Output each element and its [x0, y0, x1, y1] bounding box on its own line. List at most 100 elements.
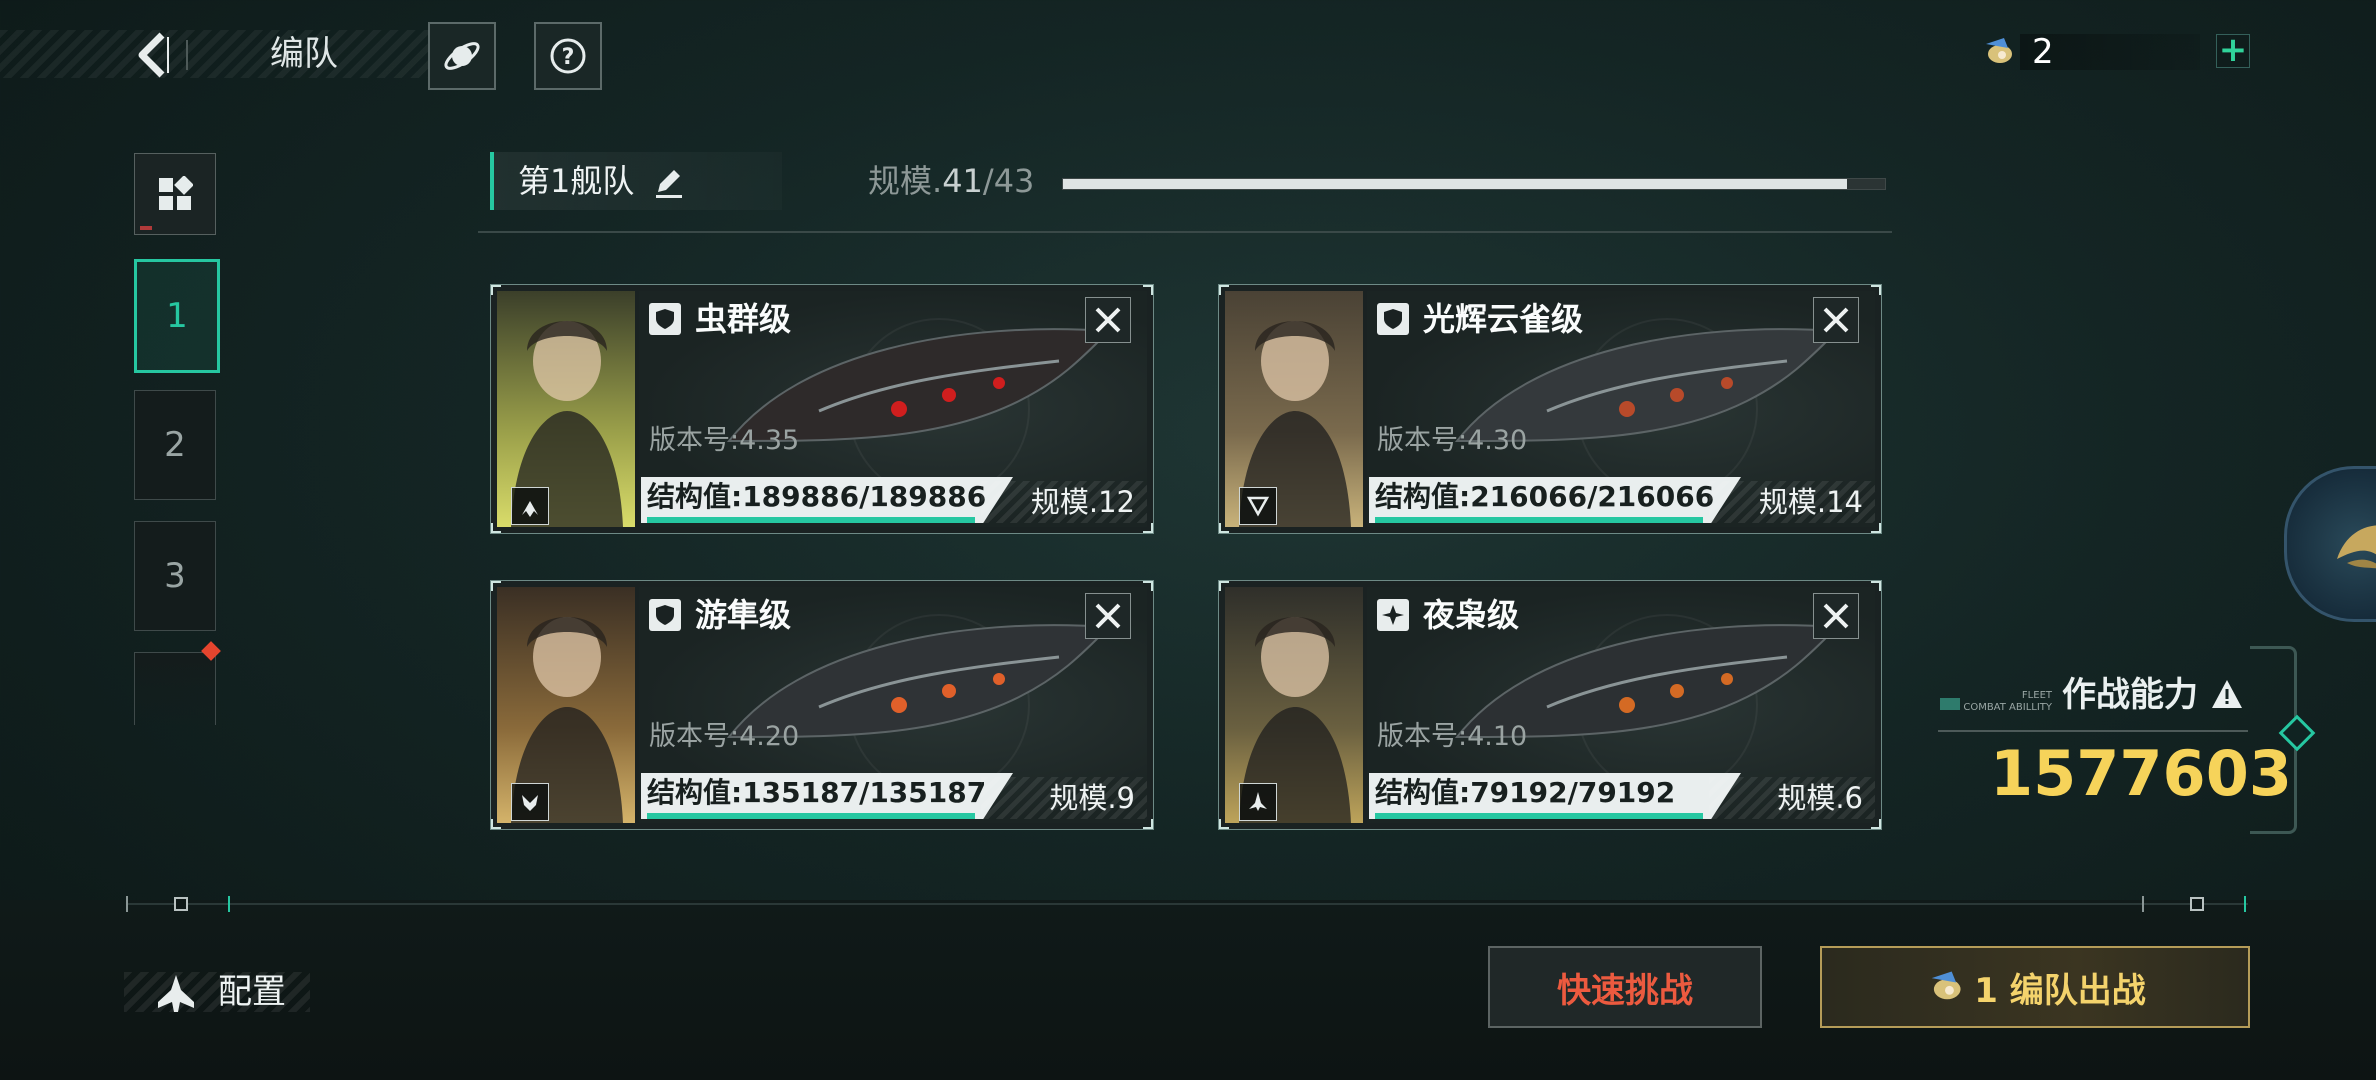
ship-class-name: 游隼级	[695, 596, 792, 634]
close-icon	[1095, 307, 1121, 333]
warning-icon[interactable]	[2210, 678, 2244, 710]
config-button[interactable]	[154, 972, 198, 1020]
captain-portrait	[497, 587, 635, 823]
fighter-icon	[158, 975, 194, 1012]
role-icon	[1239, 487, 1277, 525]
deploy-label: 1 编队出战	[1974, 970, 2146, 1011]
fleet-scale-label: 规模.41/43	[868, 156, 1034, 206]
ship-structure: 结构值:189886/189886	[647, 480, 987, 513]
ship-class-name: 光辉云雀级	[1423, 300, 1584, 338]
shield-icon	[656, 309, 674, 329]
card-corner	[491, 523, 501, 533]
quick-challenge-button[interactable]: 快速挑战	[1488, 946, 1762, 1028]
rail-tick-accent-right	[2244, 896, 2246, 912]
card-corner	[1219, 285, 1229, 295]
role-icon	[1239, 783, 1277, 821]
header-divider	[478, 231, 1892, 233]
fleet-scale-bar	[1062, 178, 1886, 190]
edit-name-button[interactable]	[652, 166, 686, 204]
structure-bar	[1375, 517, 1703, 523]
shield-icon	[1382, 605, 1404, 625]
tab-fleet-3[interactable]: 3	[134, 521, 216, 631]
ship-card[interactable]: 虫群级 版本号:4.35 结构值:189886/189886 规模.12	[490, 284, 1154, 534]
pencil-icon	[656, 170, 682, 198]
scale-prefix: 规模.	[868, 162, 943, 200]
fuel-icon	[1931, 971, 1961, 1000]
card-corner	[491, 819, 501, 829]
card-corner	[1219, 819, 1229, 829]
ship-scale: 规模.12	[1030, 485, 1135, 519]
structure-bar	[1375, 813, 1703, 819]
rail-tick-right	[2142, 896, 2144, 912]
back-button[interactable]	[128, 28, 176, 82]
remove-ship-button[interactable]	[1085, 593, 1131, 639]
captain-portrait	[1225, 587, 1363, 823]
close-icon	[1823, 603, 1849, 629]
ship-structure: 结构值:135187/135187	[647, 776, 987, 809]
title-divider	[186, 40, 188, 70]
tab-fleet-2[interactable]: 2	[134, 390, 216, 500]
ship-card[interactable]: 光辉云雀级 版本号:4.30 结构值:216066/216066 规模.14	[1218, 284, 1882, 534]
ship-structure: 结构值:79192/79192	[1375, 776, 1676, 809]
combat-power-divider	[1938, 730, 2248, 732]
card-corner	[1871, 523, 1881, 533]
planet-icon	[444, 42, 480, 70]
tab-fleet-1[interactable]: 1	[134, 259, 220, 373]
card-corner	[1219, 523, 1229, 533]
grid-icon	[159, 176, 193, 210]
combat-power-label: 作战能力	[2062, 672, 2244, 718]
bird-emblem-icon	[2337, 525, 2376, 569]
close-icon	[1823, 307, 1849, 333]
ship-class-badge	[649, 599, 681, 631]
card-corner	[1143, 523, 1153, 533]
planet-button[interactable]	[428, 22, 496, 90]
card-corner	[1871, 581, 1881, 591]
ship-version: 版本号:4.20	[649, 721, 800, 752]
back-arrow-icon	[138, 32, 169, 78]
remove-ship-button[interactable]	[1813, 297, 1859, 343]
add-currency-button[interactable]: +	[2216, 33, 2250, 68]
help-button[interactable]: ?	[534, 22, 602, 90]
ship-class-badge	[1377, 303, 1409, 335]
card-corner	[1143, 819, 1153, 829]
ship-scale: 规模.14	[1758, 485, 1863, 519]
structure-bar	[647, 517, 975, 523]
ship-class-badge	[649, 303, 681, 335]
svg-text:?: ?	[562, 45, 575, 70]
fleet-overview-tab[interactable]	[134, 153, 216, 235]
combat-power-value: 1577603	[1990, 737, 2292, 810]
combat-ability-en: FLEET COMBAT ABILLITY	[1940, 690, 2052, 714]
page-title: 编队	[270, 34, 338, 74]
rail-tick-left	[126, 896, 128, 912]
fuel-icon	[1986, 38, 2012, 63]
role-icon	[511, 487, 549, 525]
card-corner	[1143, 285, 1153, 295]
scale-current: 41	[942, 162, 983, 200]
fleet-scale-fill	[1063, 179, 1847, 189]
rail-node-right	[2190, 897, 2204, 911]
fleet-name: 第1舰队	[518, 162, 635, 200]
rail-tick-accent	[228, 896, 230, 912]
structure-bar	[647, 813, 975, 819]
ship-scale: 规模.9	[1049, 781, 1135, 815]
ship-card[interactable]: 夜枭级 版本号:4.10 结构值:79192/79192 规模.6	[1218, 580, 1882, 830]
ship-structure: 结构值:216066/216066	[1375, 480, 1715, 513]
side-emblem-button[interactable]	[2284, 466, 2376, 622]
remove-ship-button[interactable]	[1085, 297, 1131, 343]
deploy-button[interactable]: 1 编队出战	[1820, 946, 2250, 1028]
captain-portrait	[497, 291, 635, 527]
quick-challenge-label: 快速挑战	[1557, 970, 1693, 1011]
ship-version: 版本号:4.35	[649, 425, 800, 456]
ship-class-name: 虫群级	[695, 300, 792, 338]
ship-card[interactable]: 游隼级 版本号:4.20 结构值:135187/135187 规模.9	[490, 580, 1154, 830]
combat-en-line2: COMBAT ABILLITY	[1963, 702, 2052, 713]
card-corner	[491, 285, 501, 295]
tab-marker	[140, 226, 152, 230]
ship-class-badge	[1377, 599, 1409, 631]
remove-ship-button[interactable]	[1813, 593, 1859, 639]
tab-fleet-locked[interactable]	[134, 652, 216, 725]
card-corner	[1219, 581, 1229, 591]
currency-display: 2	[1980, 30, 2250, 74]
scale-max: /43	[982, 162, 1035, 200]
card-corner	[1143, 581, 1153, 591]
